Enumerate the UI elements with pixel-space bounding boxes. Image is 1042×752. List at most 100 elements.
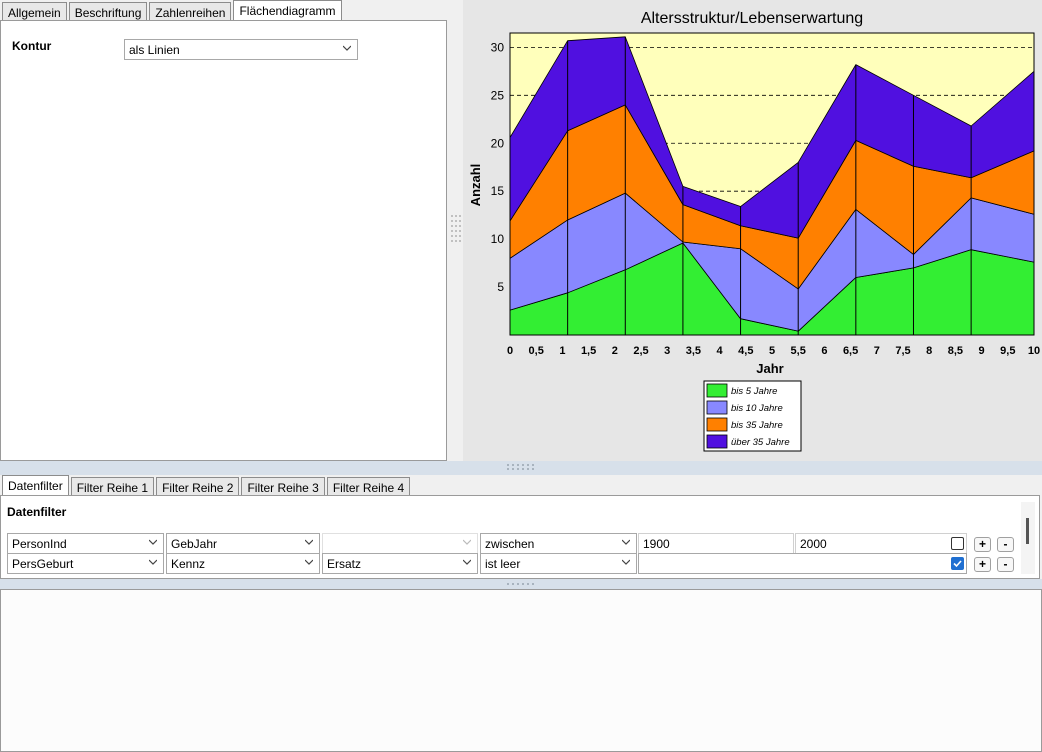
chevron-down-icon bbox=[622, 539, 630, 545]
x-tick-label: 7 bbox=[874, 345, 880, 357]
filter-row-1-remove-button[interactable]: - bbox=[997, 537, 1014, 552]
checkmark-icon bbox=[953, 560, 962, 568]
chevron-down-icon bbox=[343, 45, 351, 51]
filter-row-2-remove-button[interactable]: - bbox=[997, 557, 1014, 572]
x-tick-label: 2 bbox=[612, 345, 618, 357]
x-tick-label: 0 bbox=[507, 345, 513, 357]
chevron-down-icon bbox=[305, 559, 313, 565]
kontur-select[interactable]: als Linien bbox=[124, 39, 358, 60]
horizontal-splitter-2[interactable] bbox=[0, 579, 1042, 589]
tab-filter-reihe-4[interactable]: Filter Reihe 4 bbox=[326, 477, 411, 497]
tab-filter-reihe-2[interactable]: Filter Reihe 2 bbox=[156, 477, 240, 497]
filter-row-2-value[interactable] bbox=[638, 553, 967, 574]
field2-value: Kennz bbox=[171, 557, 206, 571]
chevron-down-icon bbox=[149, 539, 157, 545]
legend-swatch bbox=[706, 400, 728, 415]
x-tick-label: 5,5 bbox=[791, 345, 806, 357]
chevron-down-icon bbox=[463, 559, 471, 565]
filter-row-2-field3[interactable]: Ersatz bbox=[322, 553, 478, 574]
y-tick-label: 5 bbox=[497, 280, 504, 294]
kontur-label: Kontur bbox=[12, 39, 52, 53]
x-tick-label: 9 bbox=[979, 345, 985, 357]
x-tick-label: 2,5 bbox=[633, 345, 648, 357]
y-axis-label: Anzahl bbox=[468, 164, 483, 207]
y-tick-label: 15 bbox=[491, 184, 505, 198]
legend-swatch bbox=[706, 434, 728, 449]
x-tick-labels: 0 0,5 1 1,5 2 2,5 3 3,5 4 4,5 5 5,5 6 6,5 7 7,5 8 8,5 9 9,5… bbox=[507, 345, 1040, 357]
horizontal-splitter[interactable] bbox=[0, 461, 1042, 475]
tab-beschriftung[interactable]: Beschriftung bbox=[68, 2, 148, 22]
tab-filter-reihe-1[interactable]: Filter Reihe 1 bbox=[70, 477, 155, 497]
x-tick-label: 3 bbox=[664, 345, 670, 357]
legend-swatch bbox=[706, 417, 728, 432]
x-tick-label: 4 bbox=[717, 345, 724, 357]
chart-container: Altersstruktur/Lebenserwartung Anzahl Ja… bbox=[463, 0, 1042, 461]
x-tick-label: 5 bbox=[769, 345, 775, 357]
y-tick-label: 30 bbox=[491, 40, 505, 54]
filter-row-2-field1[interactable]: PersGeburt bbox=[7, 553, 164, 574]
filter-row-1-operator[interactable]: zwischen bbox=[480, 533, 637, 554]
filter-row-1-add-button[interactable]: + bbox=[974, 537, 991, 552]
filter-row-1-field2[interactable]: GebJahr bbox=[166, 533, 320, 554]
bottom-empty-panel bbox=[0, 589, 1042, 752]
filter-scrollbar-thumb[interactable] bbox=[1026, 518, 1029, 544]
field1-value: PersonInd bbox=[12, 537, 67, 551]
x-tick-label: 1,5 bbox=[581, 345, 596, 357]
chevron-down-icon bbox=[622, 559, 630, 565]
x-tick-label: 9,5 bbox=[1000, 345, 1015, 357]
legend-label: über 35 Jahre bbox=[731, 437, 790, 448]
filter-row-1-checkbox[interactable] bbox=[951, 537, 964, 550]
y-tick-label: 25 bbox=[491, 88, 505, 102]
operator-value: ist leer bbox=[485, 557, 521, 571]
x-tick-label: 8,5 bbox=[948, 345, 963, 357]
y-tick-label: 20 bbox=[491, 136, 505, 150]
chevron-down-icon bbox=[149, 559, 157, 565]
x-tick-label: 10 bbox=[1028, 345, 1040, 357]
x-tick-label: 8 bbox=[926, 345, 932, 357]
legend-label: bis 10 Jahre bbox=[731, 403, 783, 414]
splitter-grip-icon bbox=[507, 464, 534, 470]
filter-scrollbar[interactable] bbox=[1021, 502, 1035, 574]
area-chart: Altersstruktur/Lebenserwartung Anzahl Ja… bbox=[468, 10, 1040, 452]
filter-row-1-field3[interactable] bbox=[322, 533, 478, 554]
x-tick-label: 0,5 bbox=[529, 345, 544, 357]
field2-value: GebJahr bbox=[171, 537, 218, 551]
legend-label: bis 5 Jahre bbox=[731, 386, 777, 397]
bottom-tabstrip: Datenfilter Filter Reihe 1 Filter Reihe … bbox=[2, 475, 412, 497]
x-tick-label: 6 bbox=[821, 345, 827, 357]
filter-row-2-add-button[interactable]: + bbox=[974, 557, 991, 572]
filter-row-1-field1[interactable]: PersonInd bbox=[7, 533, 164, 554]
vertical-splitter-grip[interactable] bbox=[449, 213, 463, 245]
legend-swatch bbox=[706, 383, 728, 398]
filter-row-2-field2[interactable]: Kennz bbox=[166, 553, 320, 574]
x-tick-label: 6,5 bbox=[843, 345, 858, 357]
x-tick-label: 3,5 bbox=[686, 345, 701, 357]
filter-row-1-value1[interactable]: 1900 bbox=[638, 533, 794, 554]
legend: bis 5 Jahre bis 10 Jahre bis 35 Jahre über … bbox=[703, 380, 802, 452]
tab-zahlenreihen[interactable]: Zahlenreihen bbox=[149, 2, 232, 22]
settings-panel: Kontur als Linien bbox=[0, 20, 447, 461]
filter-row-2-checkbox[interactable] bbox=[951, 557, 964, 570]
x-tick-label: 7,5 bbox=[895, 345, 910, 357]
x-tick-label: 4,5 bbox=[738, 345, 753, 357]
tab-datenfilter[interactable]: Datenfilter bbox=[2, 475, 69, 497]
field1-value: PersGeburt bbox=[12, 557, 74, 571]
tab-filter-reihe-3[interactable]: Filter Reihe 3 bbox=[241, 477, 325, 497]
top-tabstrip: Allgemein Beschriftung Zahlenreihen Fläc… bbox=[2, 0, 344, 22]
chevron-down-icon bbox=[305, 539, 313, 545]
filter-heading: Datenfilter bbox=[7, 505, 67, 519]
tab-allgemein[interactable]: Allgemein bbox=[2, 2, 67, 22]
y-tick-labels: 5 10 15 20 25 30 bbox=[491, 40, 505, 294]
chevron-down-icon bbox=[463, 539, 471, 545]
kontur-select-value: als Linien bbox=[129, 43, 180, 57]
x-axis-label: Jahr bbox=[756, 361, 783, 376]
y-tick-label: 10 bbox=[491, 232, 505, 246]
tab-flaechendiagramm[interactable]: Flächendiagramm bbox=[233, 0, 342, 22]
filter-row-2-operator[interactable]: ist leer bbox=[480, 553, 637, 574]
legend-label: bis 35 Jahre bbox=[731, 420, 783, 431]
filter-row-1-value2[interactable]: 2000 bbox=[795, 533, 967, 554]
chart-title: Altersstruktur/Lebenserwartung bbox=[641, 10, 863, 27]
x-tick-label: 1 bbox=[559, 345, 565, 357]
operator-value: zwischen bbox=[485, 537, 535, 551]
splitter-grip-icon bbox=[507, 583, 534, 585]
